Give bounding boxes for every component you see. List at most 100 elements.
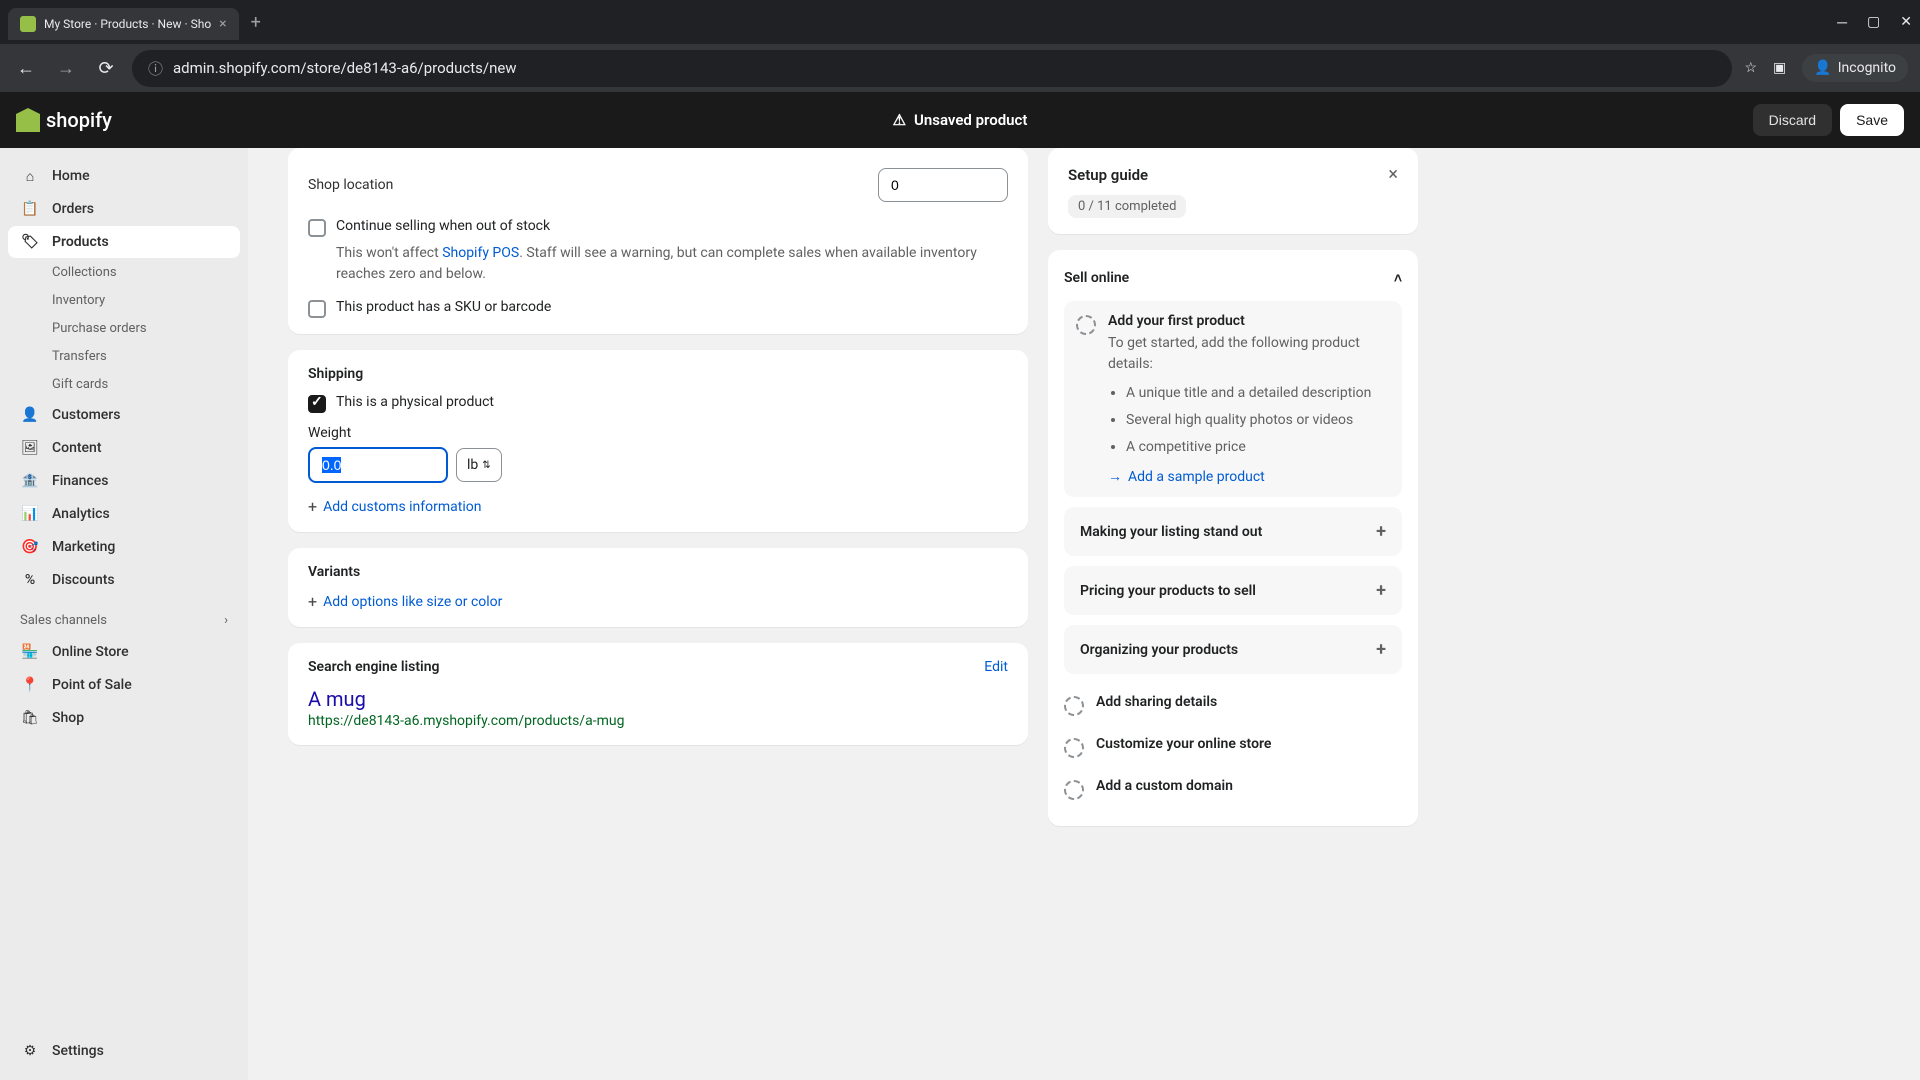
reader-icon[interactable]: ▣ [1773, 60, 1786, 76]
sidebar-item-products[interactable]: 🏷 Products [8, 226, 240, 258]
sidebar: ⌂ Home 📋 Orders 🏷 Products Collections I… [0, 148, 248, 1080]
plus-icon: + [1376, 521, 1386, 542]
sidebar-item-shop[interactable]: 🛍 Shop [8, 702, 240, 734]
continue-selling-label: Continue selling when out of stock [336, 218, 550, 234]
setup-guide-card: Setup guide × 0 / 11 completed [1048, 148, 1418, 234]
weight-label: Weight [308, 425, 1008, 441]
shopify-favicon-icon [20, 16, 36, 32]
orders-icon: 📋 [20, 199, 40, 219]
variants-title: Variants [308, 564, 1008, 580]
bookmark-icon[interactable]: ☆ [1744, 60, 1757, 76]
seo-card: Edit Search engine listing A mug https:/… [288, 643, 1028, 745]
site-info-icon[interactable]: ⓘ [148, 58, 163, 79]
maximize-icon[interactable]: ▢ [1867, 14, 1880, 31]
url-bar[interactable]: ⓘ admin.shopify.com/store/de8143-a6/prod… [132, 50, 1732, 87]
analytics-icon: 📊 [20, 504, 40, 524]
browser-toolbar: ← → ⟳ ⓘ admin.shopify.com/store/de8143-a… [0, 44, 1920, 92]
incognito-icon: 👤 [1814, 60, 1831, 76]
shopify-pos-link[interactable]: Shopify POS [442, 245, 519, 261]
add-first-product-desc: To get started, add the following produc… [1108, 333, 1390, 458]
arrow-right-icon: → [1108, 468, 1122, 485]
back-button[interactable]: ← [12, 58, 40, 79]
physical-product-checkbox[interactable] [308, 395, 326, 413]
physical-product-label: This is a physical product [336, 394, 494, 410]
inventory-card: Shop location Continue selling when out … [288, 148, 1028, 334]
sidebar-item-online-store[interactable]: 🏪 Online Store [8, 636, 240, 668]
minimize-icon[interactable]: ─ [1837, 14, 1847, 31]
marketing-icon: 🎯 [20, 537, 40, 557]
browser-tab[interactable]: My Store · Products · New · Sho × [8, 8, 239, 40]
sidebar-item-discounts[interactable]: % Discounts [8, 564, 240, 596]
select-arrows-icon: ⇅ [482, 460, 490, 471]
sell-online-toggle[interactable]: Sell online ˄ [1064, 266, 1402, 291]
plus-icon: + [308, 592, 317, 611]
setup-step-customize-store[interactable]: Customize your online store [1064, 726, 1402, 768]
weight-unit-select[interactable]: lb ⇅ [456, 448, 502, 482]
discard-button[interactable]: Discard [1753, 104, 1832, 136]
sidebar-item-purchase-orders[interactable]: Purchase orders [8, 315, 240, 342]
continue-selling-checkbox[interactable] [308, 219, 326, 237]
setup-step-custom-domain[interactable]: Add a custom domain [1064, 768, 1402, 810]
weight-input[interactable] [308, 447, 448, 483]
sidebar-item-finances[interactable]: 🏦 Finances [8, 465, 240, 497]
new-tab-button[interactable]: + [251, 12, 261, 33]
discounts-icon: % [20, 570, 40, 590]
sidebar-item-transfers[interactable]: Transfers [8, 343, 240, 370]
home-icon: ⌂ [20, 166, 40, 186]
tab-title: My Store · Products · New · Sho [44, 17, 211, 31]
app-topbar: shopify ⚠ Unsaved product Discard Save [0, 92, 1920, 148]
shop-location-label: Shop location [308, 177, 393, 193]
reload-button[interactable]: ⟳ [92, 58, 120, 79]
shipping-card: Shipping This is a physical product Weig… [288, 350, 1028, 532]
setup-step-sharing[interactable]: Add sharing details [1064, 684, 1402, 726]
sku-label: This product has a SKU or barcode [336, 299, 551, 315]
shop-location-input[interactable] [878, 168, 1008, 202]
sidebar-item-collections[interactable]: Collections [8, 259, 240, 286]
sidebar-item-pos[interactable]: 📍 Point of Sale [8, 669, 240, 701]
shop-icon: 🛍 [20, 708, 40, 728]
sidebar-item-gift-cards[interactable]: Gift cards [8, 371, 240, 398]
continue-selling-help: This won't affect Shopify POS. Staff wil… [336, 243, 1008, 285]
setup-step-organizing[interactable]: Organizing your products + [1064, 625, 1402, 674]
shipping-title: Shipping [308, 366, 1008, 382]
close-setup-button[interactable]: × [1388, 164, 1398, 185]
forward-button[interactable]: → [52, 58, 80, 79]
sidebar-item-inventory[interactable]: Inventory [8, 287, 240, 314]
add-options-button[interactable]: + Add options like size or color [308, 592, 1008, 611]
sidebar-item-home[interactable]: ⌂ Home [8, 160, 240, 192]
content-icon: 🖼 [20, 438, 40, 458]
variants-card: Variants + Add options like size or colo… [288, 548, 1028, 627]
finances-icon: 🏦 [20, 471, 40, 491]
customers-icon: 👤 [20, 405, 40, 425]
add-first-product-title: Add your first product [1108, 313, 1390, 329]
shopify-logo[interactable]: shopify [16, 108, 112, 132]
sidebar-item-customers[interactable]: 👤 Customers [8, 399, 240, 431]
save-button[interactable]: Save [1840, 104, 1904, 136]
products-icon: 🏷 [20, 232, 40, 252]
setup-step-pricing[interactable]: Pricing your products to sell + [1064, 566, 1402, 615]
close-window-icon[interactable]: ✕ [1900, 14, 1912, 31]
sidebar-item-settings[interactable]: ⚙ Settings [8, 1035, 240, 1067]
gear-icon: ⚙ [20, 1041, 40, 1061]
sidebar-item-marketing[interactable]: 🎯 Marketing [8, 531, 240, 563]
sidebar-item-analytics[interactable]: 📊 Analytics [8, 498, 240, 530]
seo-edit-button[interactable]: Edit [984, 659, 1008, 675]
warning-icon: ⚠ [893, 111, 906, 129]
sidebar-item-orders[interactable]: 📋 Orders [8, 193, 240, 225]
pos-icon: 📍 [20, 675, 40, 695]
step-circle-icon[interactable] [1076, 315, 1096, 335]
sku-checkbox[interactable] [308, 300, 326, 318]
store-icon: 🏪 [20, 642, 40, 662]
add-sample-product-link[interactable]: → Add a sample product [1108, 468, 1390, 485]
step-circle-icon [1064, 696, 1084, 716]
browser-tab-strip: My Store · Products · New · Sho × + ─ ▢ … [0, 0, 1920, 44]
setup-step-listing-stand-out[interactable]: Making your listing stand out + [1064, 507, 1402, 556]
seo-preview-title: A mug [308, 687, 1008, 711]
sales-channels-header[interactable]: Sales channels › [8, 605, 240, 636]
add-customs-button[interactable]: + Add customs information [308, 497, 1008, 516]
step-circle-icon [1064, 780, 1084, 800]
sidebar-item-content[interactable]: 🖼 Content [8, 432, 240, 464]
close-tab-icon[interactable]: × [219, 16, 226, 32]
incognito-badge[interactable]: 👤 Incognito [1802, 54, 1908, 82]
seo-section-title: Search engine listing [308, 659, 439, 675]
